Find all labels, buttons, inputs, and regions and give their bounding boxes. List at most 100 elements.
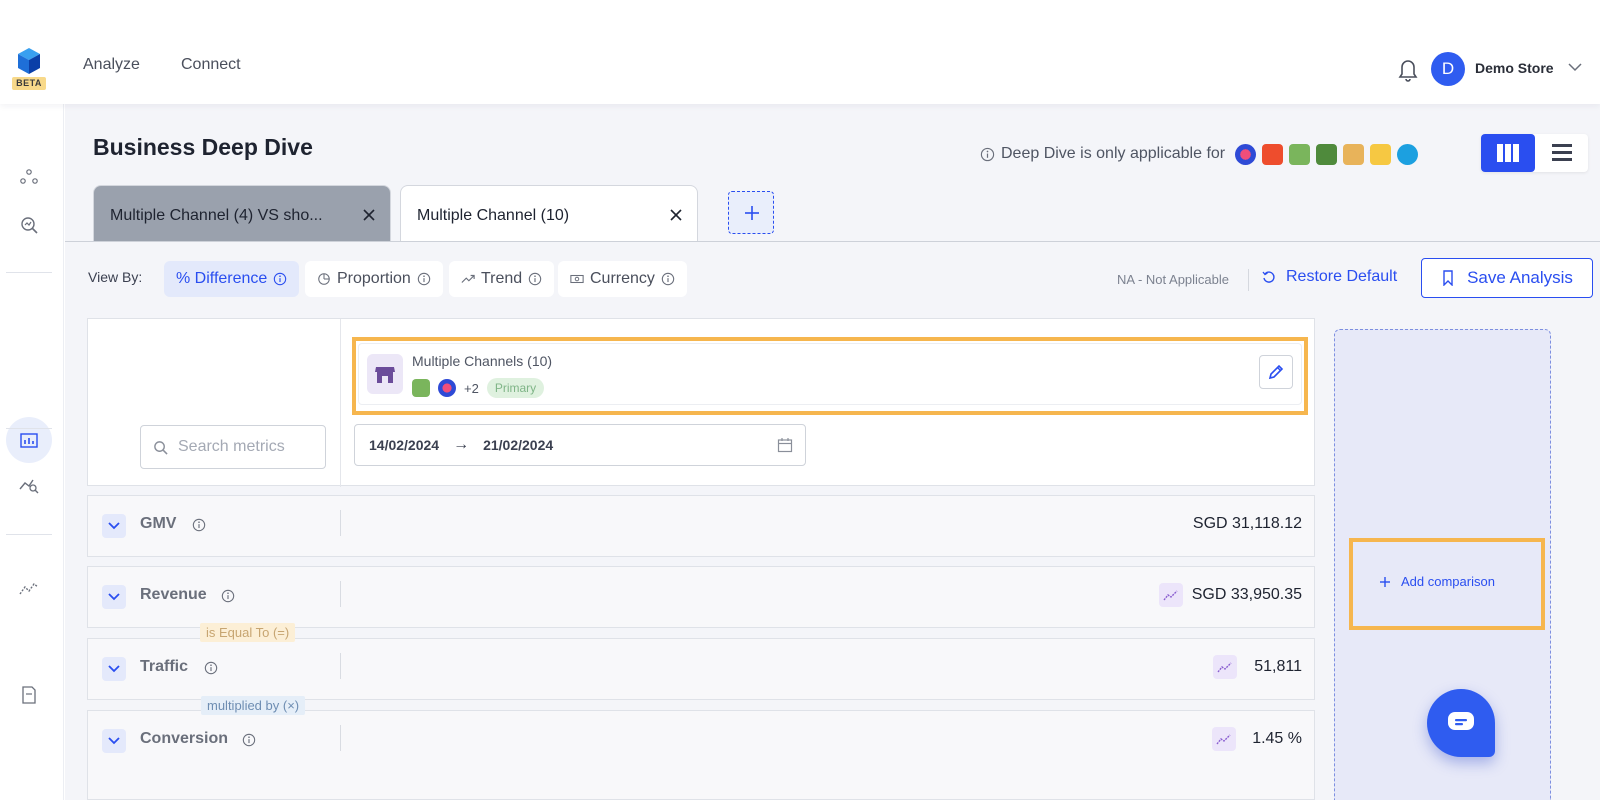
metric-name: GMV (140, 515, 177, 532)
view-by-currency[interactable]: Currency (558, 261, 687, 297)
restore-icon (1262, 271, 1275, 283)
trend-chart-icon[interactable] (1213, 655, 1237, 679)
expand-toggle[interactable] (102, 585, 126, 609)
date-arrow: → (453, 436, 470, 453)
cube-logo-icon (18, 48, 40, 74)
plus-icon (1380, 576, 1390, 587)
sidebar-divider-2 (6, 428, 52, 429)
trend-line-icon (1163, 590, 1178, 601)
metric-name: Conversion (140, 730, 229, 747)
expand-toggle[interactable] (102, 657, 126, 681)
info-icon (980, 147, 995, 161)
add-tab-button[interactable] (728, 191, 774, 234)
highlight-channel-card (352, 337, 1308, 415)
expand-toggle[interactable] (102, 729, 126, 753)
tab-multiple-channel[interactable]: Multiple Channel (10) (400, 185, 698, 242)
close-icon[interactable] (669, 208, 683, 222)
operator-equal-badge: is Equal To (=) (200, 623, 296, 642)
chevron-down-icon (108, 593, 120, 601)
metric-name: Traffic (140, 658, 189, 675)
view-by-label: View By: (88, 269, 143, 285)
chevron-down-icon[interactable] (1568, 62, 1582, 72)
row-split (340, 725, 341, 751)
metric-value: SGD 33,950.35 (1191, 586, 1302, 603)
toolbar-divider (1248, 269, 1249, 291)
metric-value: 51,811 (1254, 658, 1302, 675)
operator-multiply-badge: multiplied by (×) (201, 696, 306, 715)
restore-default-button[interactable]: Restore Default (1262, 268, 1397, 286)
row-split (340, 581, 341, 607)
info-icon (661, 272, 675, 286)
metric-row-conversion[interactable]: Conversion 1.45 % (87, 710, 1315, 800)
trend-chart-icon[interactable] (1159, 583, 1183, 607)
salesforce-logo-icon (1397, 143, 1419, 165)
channel-logos (1235, 143, 1419, 165)
row-split (340, 653, 341, 679)
columns-view-button[interactable] (1481, 134, 1535, 172)
add-comparison-button[interactable]: Add comparison (1379, 574, 1495, 589)
tab-comparison[interactable]: Multiple Channel (4) VS sho... (93, 185, 391, 242)
date-range-picker[interactable]: 14/02/2024 → 21/02/2024 (354, 424, 806, 466)
search-analytics-icon[interactable] (18, 214, 40, 236)
info-icon[interactable] (204, 661, 218, 675)
na-legend: NA - Not Applicable (1117, 272, 1230, 287)
metric-row-gmv[interactable]: GMV SGD 31,118.12 (87, 495, 1315, 557)
bookmark-icon (1443, 270, 1453, 286)
close-icon[interactable] (362, 208, 376, 222)
list-view-button[interactable] (1535, 134, 1588, 172)
list-icon (1552, 144, 1572, 161)
line-chart-icon[interactable] (18, 578, 40, 600)
view-by-proportion[interactable]: Proportion (305, 261, 443, 297)
metric-row-traffic[interactable]: Traffic 51,811 (87, 638, 1315, 700)
save-analysis-button[interactable]: Save Analysis (1421, 258, 1593, 298)
info-icon[interactable] (192, 518, 206, 532)
view-by-option-label: Proportion (337, 270, 411, 287)
date-to: 21/02/2024 (483, 437, 554, 453)
notice-text: Deep Dive is only applicable for (1001, 145, 1226, 162)
plus-icon (745, 206, 759, 220)
box-logo-icon (1343, 143, 1365, 165)
metric-row-revenue[interactable]: Revenue SGD 33,950.35 (87, 566, 1315, 628)
search-box[interactable] (140, 425, 326, 469)
beta-badge: BETA (12, 77, 46, 90)
info-icon[interactable] (242, 733, 256, 747)
trend-chart-icon[interactable] (1212, 727, 1236, 751)
chevron-down-icon (108, 737, 120, 745)
row-split (340, 510, 341, 536)
search-input[interactable] (178, 438, 318, 456)
page-title: Business Deep Dive (93, 134, 313, 160)
bell-icon[interactable] (1396, 56, 1420, 82)
trend-line-icon (1217, 662, 1232, 673)
add-comparison-label: Add comparison (1401, 574, 1495, 589)
sidebar-divider (6, 272, 52, 273)
nodes-icon[interactable] (18, 166, 40, 188)
restore-default-label: Restore Default (1286, 268, 1398, 285)
nav-analyze[interactable]: Analyze (83, 56, 140, 74)
app-logo[interactable]: BETA (12, 48, 46, 92)
tab-label: Multiple Channel (4) VS sho... (110, 207, 323, 224)
view-by-option-label: Trend (481, 270, 523, 287)
main-area: Business Deep Dive Deep Dive is only app… (65, 104, 1600, 800)
lazada-logo-icon (1235, 143, 1257, 165)
date-from: 14/02/2024 (369, 437, 440, 453)
search-icon (154, 440, 168, 455)
info-icon (274, 272, 287, 286)
view-by-difference[interactable]: % Difference (164, 261, 300, 297)
info-icon (417, 272, 431, 286)
tab-label: Multiple Channel (10) (417, 207, 570, 224)
analysis-header-panel: Multiple Channels (10) +2 Primary 14/02/… (87, 318, 1315, 487)
report-icon[interactable] (18, 684, 40, 706)
business-dashboard-icon[interactable] (18, 429, 40, 451)
info-icon[interactable] (221, 589, 235, 603)
deep-dive-notice: Deep Dive is only applicable for (980, 142, 1419, 166)
trend-search-icon[interactable] (18, 473, 40, 495)
nav-connect[interactable]: Connect (181, 56, 241, 74)
view-by-option-label: Currency (590, 270, 655, 287)
view-by-trend[interactable]: Trend (449, 261, 555, 297)
chat-button[interactable] (1427, 689, 1495, 757)
avatar[interactable]: D (1431, 52, 1465, 86)
expand-toggle[interactable] (102, 514, 126, 538)
store-name[interactable]: Demo Store (1475, 60, 1554, 76)
shopify-logo-icon (1289, 143, 1311, 165)
chat-bubble-icon (1448, 712, 1474, 730)
